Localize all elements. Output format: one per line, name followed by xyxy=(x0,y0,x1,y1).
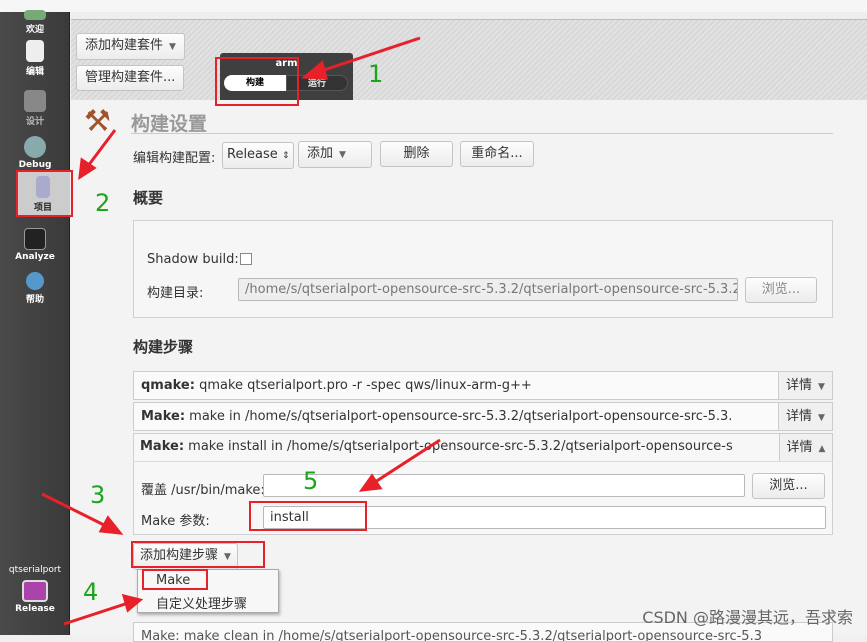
annotation-arrows xyxy=(41,36,441,626)
annotation-arrow xyxy=(63,601,129,626)
watermark: CSDN @路漫漫其远，吾求索 xyxy=(642,608,853,627)
annotation-arrow xyxy=(41,492,111,530)
annotation-arrow xyxy=(371,438,441,486)
annotation-arrow xyxy=(314,36,421,75)
